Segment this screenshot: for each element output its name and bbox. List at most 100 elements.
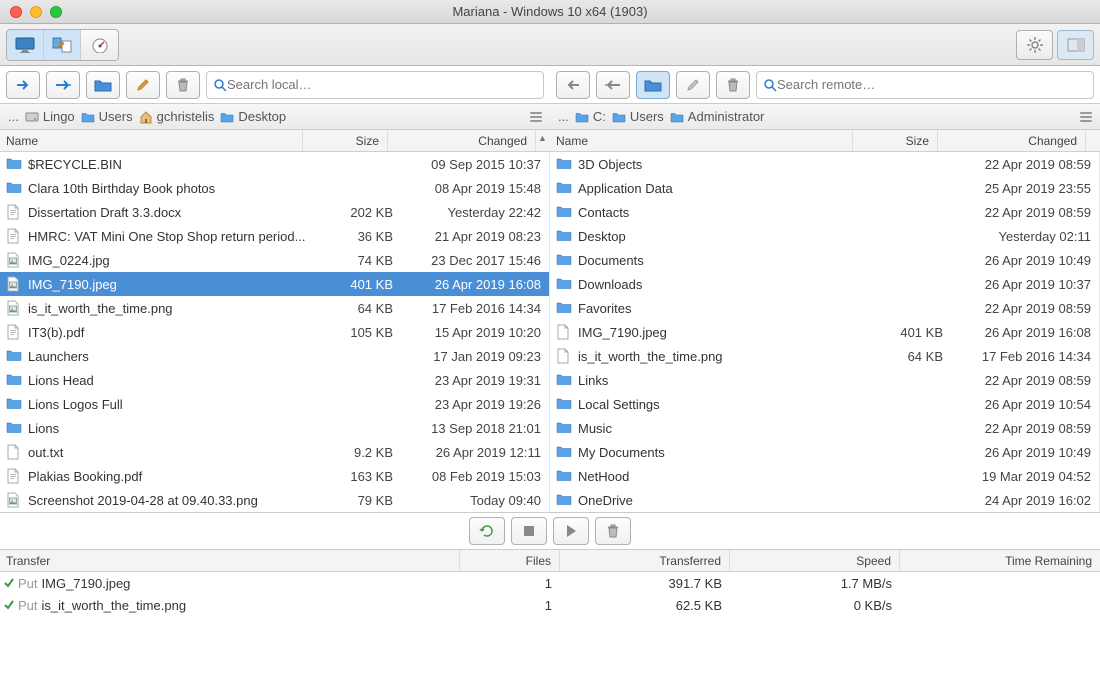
stop-transfers-button[interactable] [511,517,547,545]
local-forward-button[interactable] [6,71,40,99]
file-size: 105 KB [316,325,401,340]
file-row[interactable]: Lions Head23 Apr 2019 19:31 [0,368,549,392]
transfer-speed: 1.7 MB/s [730,576,900,591]
file-row[interactable]: Application Data25 Apr 2019 23:55 [550,176,1099,200]
file-row[interactable]: Links22 Apr 2019 08:59 [550,368,1099,392]
file-size: 163 KB [316,469,401,484]
local-col-name[interactable]: Name [0,130,302,151]
remote-transfer-button[interactable] [596,71,630,99]
local-transfer-button[interactable] [46,71,80,99]
file-row[interactable]: IT3(b).pdf105 KB15 Apr 2019 10:20 [0,320,549,344]
side-panel-button[interactable] [1057,30,1094,60]
file-row[interactable]: IMG_0224.jpg74 KB23 Dec 2017 15:46 [0,248,549,272]
minimize-window-button[interactable] [30,6,42,18]
file-row[interactable]: Documents26 Apr 2019 10:49 [550,248,1099,272]
file-row[interactable]: IMG_7190.jpeg401 KB26 Apr 2019 16:08 [550,320,1099,344]
remote-folder-button[interactable] [636,71,670,99]
remote-col-size[interactable]: Size [852,130,937,151]
remote-col-changed[interactable]: Changed [937,130,1085,151]
folder-icon [556,252,572,268]
sync-view-button[interactable] [44,30,81,60]
th-files[interactable]: Files [460,550,560,571]
file-row[interactable]: Lions Logos Full23 Apr 2019 19:26 [0,392,549,416]
file-row[interactable]: Lions13 Sep 2018 21:01 [0,416,549,440]
file-row[interactable]: Contacts22 Apr 2019 08:59 [550,200,1099,224]
play-transfers-button[interactable] [553,517,589,545]
folder-icon [6,156,22,172]
file-row[interactable]: is_it_worth_the_time.png64 KB17 Feb 2016… [0,296,549,320]
clear-transfers-button[interactable] [595,517,631,545]
remote-search-input[interactable] [777,77,1087,92]
local-col-size[interactable]: Size [302,130,387,151]
remote-col-name[interactable]: Name [550,130,852,151]
breadcrumb-item[interactable]: Users [81,109,133,124]
file-row[interactable]: My Documents26 Apr 2019 10:49 [550,440,1099,464]
breadcrumb-item[interactable]: gchristelis [139,109,215,124]
th-transfer[interactable]: Transfer [0,550,460,571]
local-search-field[interactable] [206,71,544,99]
file-row[interactable]: Local Settings26 Apr 2019 10:54 [550,392,1099,416]
file-row[interactable]: Screenshot 2019-04-28 at 09.40.33.png79 … [0,488,549,512]
window-controls [0,6,62,18]
refresh-transfers-button[interactable] [469,517,505,545]
file-name: Downloads [578,277,866,292]
transfer-filename: is_it_worth_the_time.png [42,598,460,613]
transfer-row[interactable]: PutIMG_7190.jpeg1391.7 KB1.7 MB/s [0,572,1100,594]
file-changed: 23 Apr 2019 19:26 [401,397,549,412]
file-row[interactable]: OneDrive24 Apr 2019 16:02 [550,488,1099,512]
local-search-input[interactable] [227,77,537,92]
file-row[interactable]: IMG_7190.jpeg401 KB26 Apr 2019 16:08 [0,272,549,296]
breadcrumb-item[interactable]: Users [612,109,664,124]
maximize-window-button[interactable] [50,6,62,18]
file-name: NetHood [578,469,866,484]
transfer-row[interactable]: Putis_it_worth_the_time.png162.5 KB0 KB/… [0,594,1100,616]
th-remaining[interactable]: Time Remaining [900,550,1100,571]
file-row[interactable]: Music22 Apr 2019 08:59 [550,416,1099,440]
gauge-view-button[interactable] [81,30,118,60]
th-transferred[interactable]: Transferred [560,550,730,571]
monitor-view-button[interactable] [7,30,44,60]
file-row[interactable]: Dissertation Draft 3.3.docx202 KBYesterd… [0,200,549,224]
remote-search-field[interactable] [756,71,1094,99]
file-row[interactable]: 3D Objects22 Apr 2019 08:59 [550,152,1099,176]
file-row[interactable]: is_it_worth_the_time.png64 KB17 Feb 2016… [550,344,1099,368]
local-edit-button[interactable] [126,71,160,99]
transfer-filename: IMG_7190.jpeg [42,576,460,591]
file-row[interactable]: HMRC: VAT Mini One Stop Shop return peri… [0,224,549,248]
file-size: 202 KB [316,205,401,220]
close-window-button[interactable] [10,6,22,18]
file-row[interactable]: out.txt9.2 KB26 Apr 2019 12:11 [0,440,549,464]
file-row[interactable]: NetHood19 Mar 2019 04:52 [550,464,1099,488]
file-row[interactable]: DesktopYesterday 02:11 [550,224,1099,248]
remote-file-pane[interactable]: 3D Objects22 Apr 2019 08:59Application D… [550,152,1100,512]
remote-edit-button[interactable] [676,71,710,99]
file-row[interactable]: Favorites22 Apr 2019 08:59 [550,296,1099,320]
breadcrumb-item[interactable]: Lingo [25,109,75,124]
local-file-pane[interactable]: $RECYCLE.BIN09 Sep 2015 10:37Clara 10th … [0,152,550,512]
file-name: Favorites [578,301,866,316]
local-list-toggle-icon[interactable] [530,112,542,122]
file-row[interactable]: Downloads26 Apr 2019 10:37 [550,272,1099,296]
local-delete-button[interactable] [166,71,200,99]
remote-list-toggle-icon[interactable] [1080,112,1092,122]
settings-button[interactable] [1016,30,1053,60]
file-row[interactable]: $RECYCLE.BIN09 Sep 2015 10:37 [0,152,549,176]
breadcrumb-item[interactable]: ... [558,109,569,124]
local-col-changed[interactable]: Changed [387,130,535,151]
remote-back-button[interactable] [556,71,590,99]
file-size: 64 KB [316,301,401,316]
file-row[interactable]: Clara 10th Birthday Book photos08 Apr 20… [0,176,549,200]
th-speed[interactable]: Speed [730,550,900,571]
check-icon [0,599,18,611]
window-title: Mariana - Windows 10 x64 (1903) [0,4,1100,19]
remote-delete-button[interactable] [716,71,750,99]
file-row[interactable]: Plakias Booking.pdf163 KB08 Feb 2019 15:… [0,464,549,488]
folder-icon [6,396,22,412]
breadcrumb-item[interactable]: ... [8,109,19,124]
breadcrumb-item[interactable]: C: [575,109,606,124]
image-icon [6,276,22,292]
file-row[interactable]: Launchers17 Jan 2019 09:23 [0,344,549,368]
breadcrumb-item[interactable]: Administrator [670,109,765,124]
breadcrumb-item[interactable]: Desktop [220,109,286,124]
local-folder-button[interactable] [86,71,120,99]
